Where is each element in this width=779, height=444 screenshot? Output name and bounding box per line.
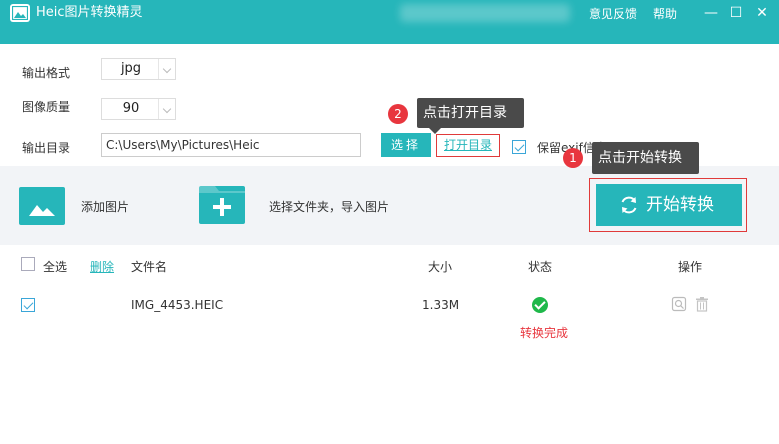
header-name: 文件名 [131, 260, 168, 274]
quality-value: 90 [122, 101, 140, 116]
chevron-down-icon[interactable] [158, 99, 175, 119]
add-folder-label[interactable]: 选择文件夹，导入图片 [269, 198, 389, 215]
chevron-down-icon[interactable] [158, 59, 175, 79]
add-images-label[interactable]: 添加图片 [81, 198, 129, 215]
trash-icon[interactable] [694, 296, 710, 312]
app-title: Heic图片转换精灵 [36, 5, 143, 20]
minimize-icon[interactable]: — [701, 3, 721, 23]
dir-label: 输出目录 [22, 141, 71, 155]
file-size: 1.33M [422, 298, 460, 312]
format-label: 输出格式 [22, 66, 71, 80]
header-size: 大小 [428, 260, 453, 274]
callout-open-dir: 点击打开目录 [417, 98, 524, 134]
help-link[interactable]: 帮助 [653, 6, 677, 22]
close-icon[interactable]: ✕ [752, 3, 772, 23]
blurred-area [400, 4, 570, 22]
success-icon [532, 297, 548, 313]
maximize-icon[interactable]: ☐ [726, 3, 746, 23]
quality-select[interactable]: 90 [101, 98, 176, 120]
format-value: jpg [120, 61, 142, 76]
select-all-label[interactable]: 全选 [43, 258, 67, 275]
add-image-icon[interactable] [19, 187, 65, 225]
title-bar: Heic图片转换精灵 意见反馈 帮助 — ☐ ✕ [0, 0, 779, 44]
start-convert-button[interactable]: 开始转换 [596, 184, 742, 226]
delete-link[interactable]: 删除 [90, 258, 114, 275]
toolbar: 添加图片 选择文件夹，导入图片 开始转换 [0, 166, 779, 245]
step-badge-1: 1 [563, 148, 583, 168]
choose-dir-button[interactable]: 选择 [381, 133, 431, 157]
header-status: 状态 [528, 260, 553, 274]
app-logo-icon [10, 4, 30, 22]
status-text: 转换完成 [520, 326, 569, 340]
start-convert-label: 开始转换 [646, 195, 714, 215]
header-operation: 操作 [678, 260, 703, 274]
file-name: IMG_4453.HEIC [131, 298, 224, 312]
refresh-icon [621, 196, 637, 214]
output-dir-field[interactable]: C:\Users\My\Pictures\Heic [101, 133, 361, 157]
open-dir-link[interactable]: 打开目录 [436, 134, 500, 157]
keep-exif-checkbox[interactable] [512, 140, 526, 154]
row-checkbox[interactable] [21, 298, 35, 312]
format-select[interactable]: jpg [101, 58, 176, 80]
select-all-checkbox[interactable] [21, 257, 35, 271]
preview-icon[interactable] [671, 296, 687, 312]
folder-add-icon[interactable] [199, 186, 245, 224]
quality-label: 图像质量 [22, 100, 71, 114]
callout-start: 点击开始转换 [592, 142, 699, 174]
feedback-link[interactable]: 意见反馈 [589, 6, 637, 22]
step-badge-2: 2 [388, 104, 408, 124]
